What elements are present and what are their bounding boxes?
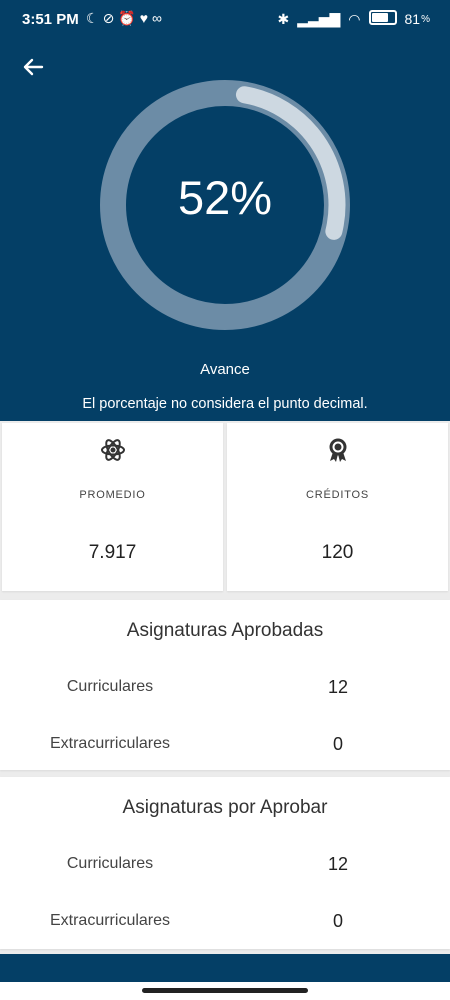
atom-icon [100,439,125,461]
pending-curriculares-label: Curriculares [66,855,154,872]
approved-extracurriculares-value: 0 [332,734,343,754]
home-indicator[interactable] [142,988,308,993]
mute-icon: ⊘ [102,10,119,26]
progress-note: El porcentaje no considera el punto deci… [82,396,368,412]
status-bar: 3:51 PM ☾⊘⏰♥∞ ✱ ▂▃▅▇ ◠ 81% [0,0,450,40]
bluetooth-icon: ✱ [277,10,290,27]
pending-extracurriculares-label: Extracurriculares [49,912,171,929]
stat-card-creditos: CRÉDITOS 120 [227,423,448,591]
signal-icon: ▂▃▅▇ [297,10,341,27]
status-right: ✱ ▂▃▅▇ ◠ 81% [277,10,430,28]
wifi-icon: ◠ [348,10,361,27]
pending-extracurriculares-value: 0 [332,911,343,931]
status-notification-icons: ☾⊘⏰♥∞ [86,10,166,27]
progress-header: 3:51 PM ☾⊘⏰♥∞ ✱ ▂▃▅▇ ◠ 81% 52% Avance El… [0,0,450,421]
stat-value-creditos: 120 [321,542,354,563]
battery-icon [368,10,397,28]
approved-curriculares-label: Curriculares [66,678,154,695]
pending-curriculares-value: 12 [327,854,349,874]
pending-section: Asignaturas por Aprobar Curriculares 12 … [0,777,450,949]
approved-extracurriculares-label: Extracurriculares [49,735,171,752]
status-time: 3:51 PM [22,11,79,28]
award-icon [329,438,346,462]
voicemail-icon: ∞ [152,10,167,26]
pending-title: Asignaturas por Aprobar [122,797,328,818]
approved-section: Asignaturas Aprobadas Curriculares 12 Ex… [0,600,450,770]
back-arrow-icon[interactable] [18,52,48,82]
approved-title: Asignaturas Aprobadas [126,620,324,641]
progress-percent: 52% [177,171,273,224]
percent-sign-small: % [421,13,430,25]
bottom-bar [0,954,450,984]
moon-icon: ☾ [86,10,103,26]
stat-label-creditos: CRÉDITOS [305,489,370,501]
alarm-icon: ⏰ [118,10,140,26]
stat-value-promedio: 7.917 [88,542,137,563]
battery-percent: 81 [404,11,421,27]
stat-card-promedio: PROMEDIO 7.917 [2,423,223,591]
stat-label-promedio: PROMEDIO [79,489,146,501]
heart-check-icon: ♥ [139,10,153,26]
progress-caption: Avance [200,361,250,378]
approved-curriculares-value: 12 [327,677,349,697]
